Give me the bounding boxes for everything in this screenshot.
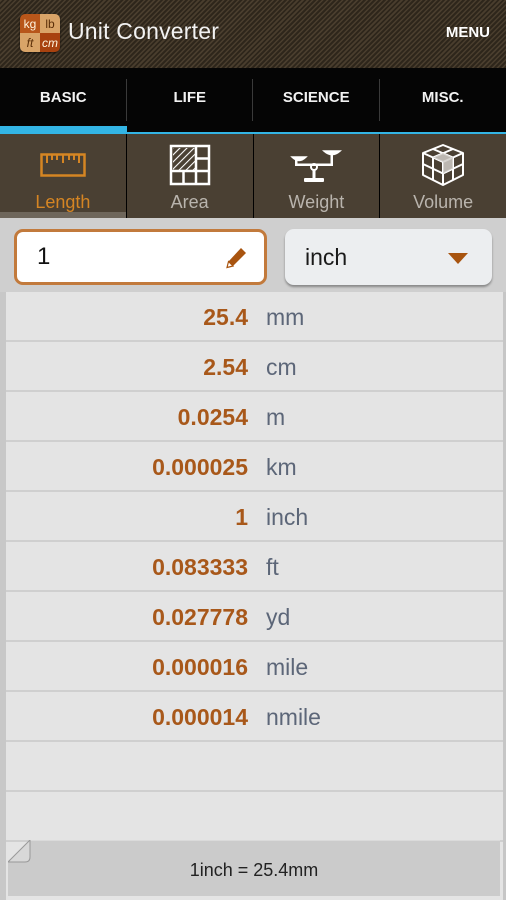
list-item-empty: [6, 792, 503, 842]
result-value: 0.027778: [152, 604, 248, 630]
tab-science[interactable]: SCIENCE: [253, 68, 380, 134]
result-unit: m: [266, 404, 286, 430]
result-value: 0.000016: [152, 654, 248, 680]
input-row: 1 inch: [0, 218, 506, 292]
category-area[interactable]: Area: [126, 134, 253, 218]
tab-label: LIFE: [173, 89, 207, 106]
action-bar: kg lb ft cm Unit Converter MENU: [0, 0, 506, 68]
result-unit: km: [266, 454, 297, 480]
formula-bar[interactable]: 1inch = 25.4mm: [8, 840, 500, 896]
category-label: Length: [35, 192, 91, 212]
ruler-icon: [40, 144, 86, 186]
pencil-icon[interactable]: [224, 246, 248, 275]
unit-dropdown[interactable]: inch: [285, 229, 492, 285]
list-item-empty: [6, 742, 503, 792]
result-unit: cm: [266, 354, 297, 380]
formula-text: 1inch = 25.4mm: [189, 859, 319, 880]
tab-label: BASIC: [39, 89, 87, 106]
category-weight[interactable]: Weight: [253, 134, 380, 218]
list-item[interactable]: 0.000014 nmile: [6, 692, 503, 742]
tab-indicator: [0, 126, 127, 134]
category-tabs: BASIC LIFE SCIENCE MISC.: [0, 68, 506, 134]
list-item[interactable]: 0.0254 m: [6, 392, 503, 442]
result-value: 1: [235, 504, 248, 530]
logo-cell-lb: lb: [40, 14, 60, 33]
result-value: 2.54: [203, 354, 248, 380]
list-item[interactable]: 0.000025 km: [6, 442, 503, 492]
tab-basic[interactable]: BASIC: [0, 68, 127, 134]
unit-dropdown-value: inch: [305, 243, 348, 270]
category-label: Area: [170, 192, 209, 212]
result-value: 0.000014: [152, 704, 248, 730]
unit-category-bar: Length Area Weight Volume: [0, 134, 506, 218]
result-unit: inch: [266, 504, 309, 530]
list-item[interactable]: 1 inch: [6, 492, 503, 542]
logo-cell-ft: ft: [20, 33, 40, 52]
result-value: 0.083333: [152, 554, 248, 580]
result-value: 0.0254: [177, 404, 248, 430]
page-fold-icon: [8, 840, 31, 863]
result-unit: mm: [266, 304, 305, 330]
category-label: Volume: [413, 192, 474, 212]
result-unit: mile: [266, 654, 309, 680]
list-item[interactable]: 25.4 mm: [6, 292, 503, 342]
tab-life[interactable]: LIFE: [126, 68, 253, 134]
area-grid-icon: [169, 144, 211, 186]
list-item[interactable]: 0.083333 ft: [6, 542, 503, 592]
unit-converter-logo-icon: kg lb ft cm: [20, 14, 60, 52]
scale-icon: [290, 144, 343, 186]
menu-button[interactable]: MENU: [446, 24, 490, 41]
list-item[interactable]: 0.027778 yd: [6, 592, 503, 642]
result-value: 0.000025: [152, 454, 248, 480]
tab-label: MISC.: [421, 89, 464, 106]
category-length[interactable]: Length: [0, 134, 126, 218]
list-item[interactable]: 2.54 cm: [6, 342, 503, 392]
category-label: Weight: [288, 192, 345, 212]
tab-misc[interactable]: MISC.: [379, 68, 506, 134]
caret-down-icon: [448, 253, 468, 264]
result-unit: yd: [266, 604, 291, 630]
logo-cell-kg: kg: [20, 14, 40, 33]
result-unit: ft: [266, 554, 279, 580]
tab-label: SCIENCE: [282, 89, 350, 106]
result-unit: nmile: [266, 704, 321, 730]
value-input-text: 1: [37, 243, 51, 270]
logo-cell-cm: cm: [40, 33, 60, 52]
result-value: 25.4: [203, 304, 248, 330]
category-volume[interactable]: Volume: [380, 134, 506, 218]
list-item[interactable]: 0.000016 mile: [6, 642, 503, 692]
app-title: Unit Converter: [68, 18, 220, 44]
cube-icon: [420, 144, 466, 186]
results-list: 25.4 mm 2.54 cm 0.0254 m 0.000025 km 1 i…: [6, 292, 503, 900]
value-input[interactable]: 1: [14, 229, 267, 285]
